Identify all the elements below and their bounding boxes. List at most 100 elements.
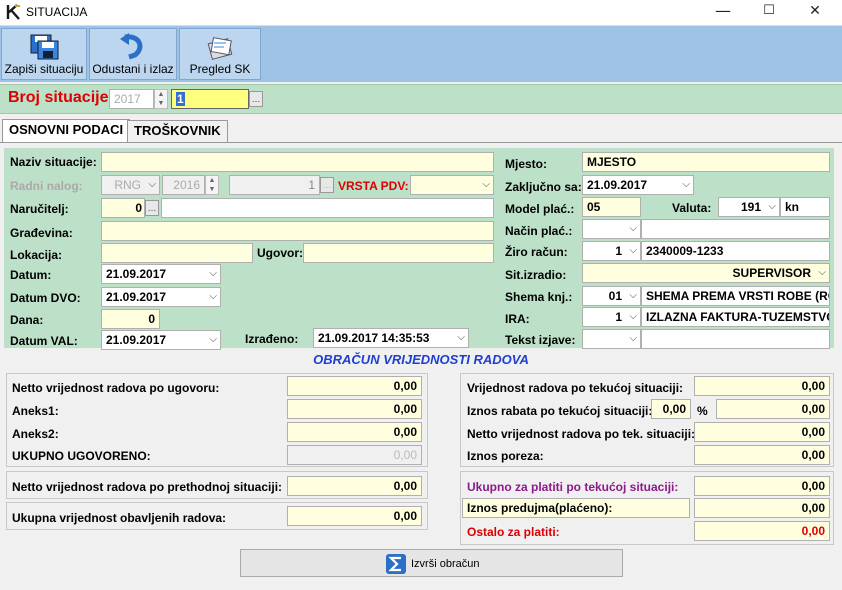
aneks1-value[interactable]: 0,00 (287, 399, 422, 419)
chevron-down-icon: ⌵ (148, 179, 156, 190)
cancel-label: Odustani i izlaz (92, 62, 174, 76)
radni-type-select[interactable]: RNG ⌵ (101, 175, 160, 195)
radni-lookup-button[interactable]: … (320, 177, 334, 193)
radni-nalog-label: Radni nalog: (10, 179, 83, 193)
aneks2-value[interactable]: 0,00 (287, 422, 422, 442)
izradeno-text: 21.09.2017 14:35:53 (318, 331, 430, 345)
ira-desc: IZLAZNA FAKTURA-TUZEMSTVO (641, 307, 830, 327)
vrijednost-tekuca-value[interactable]: 0,00 (694, 376, 830, 396)
porez-label: Iznos poreza: (467, 449, 544, 463)
aneks1-label: Aneks1: (12, 404, 59, 418)
datum-dvo-text: 21.09.2017 (106, 290, 167, 304)
zakljucno-text: 21.09.2017 (587, 178, 648, 192)
datum-val-picker[interactable]: 21.09.2017 ⌵ (101, 330, 221, 350)
vrsta-pdv-select[interactable]: ⌵ (410, 175, 494, 195)
chevron-down-icon: ⌵ (482, 179, 490, 190)
radni-year-input[interactable]: 2016 (162, 175, 205, 195)
ukupno-platiti-value[interactable]: 0,00 (694, 476, 830, 496)
broj-number-input[interactable]: 1 (171, 89, 249, 109)
preview-sk-button[interactable]: Pregled SK (179, 28, 261, 80)
save-icon (30, 34, 59, 60)
gradevina-input[interactable] (101, 221, 494, 241)
ira-select[interactable]: 1 ⌵ (582, 307, 641, 327)
dana-input[interactable]: 0 (101, 309, 160, 329)
shema-select[interactable]: 01 ⌵ (582, 286, 641, 306)
mjesto-input[interactable]: MJESTO (582, 152, 830, 172)
rabat-value[interactable]: 0,00 (716, 399, 830, 419)
ukupna-obavljenih-label: Ukupna vrijednost obavljenih radova: (12, 511, 227, 525)
naziv-input[interactable] (101, 152, 494, 172)
narucitelj-lookup-button[interactable]: … (145, 200, 159, 216)
chevron-down-icon: ⌵ (682, 179, 690, 190)
mjesto-label: Mjesto: (505, 157, 547, 171)
broj-lookup-button[interactable]: … (249, 91, 263, 107)
tekst-izjave-label: Tekst izjave: (505, 333, 576, 347)
chevron-down-icon: ⌵ (768, 201, 776, 212)
nacin-select[interactable]: ⌵ (582, 219, 641, 239)
narucitelj-label: Naručitelj: (10, 202, 69, 216)
lokacija-input[interactable] (101, 243, 253, 263)
valuta-select[interactable]: 191 ⌵ (718, 197, 780, 217)
broj-year-input[interactable]: 2017 (109, 89, 154, 109)
netto-prethodna-value[interactable]: 0,00 (287, 476, 422, 496)
porez-value[interactable]: 0,00 (694, 445, 830, 465)
datum-dvo-picker[interactable]: 21.09.2017 ⌵ (101, 287, 221, 307)
ostalo-label: Ostalo za platiti: (467, 525, 560, 539)
window-title: SITUACIJA (26, 5, 88, 19)
chevron-down-icon: ⌵ (209, 268, 217, 279)
narucitelj-code-input[interactable]: 0 (101, 198, 145, 218)
datum-picker[interactable]: 21.09.2017 ⌵ (101, 264, 221, 284)
cancel-exit-button[interactable]: Odustani i izlaz (89, 28, 177, 80)
sit-izradio-select[interactable]: SUPERVISOR ⌵ (582, 263, 830, 283)
izvrsi-label: Izvrši obračun (411, 558, 480, 570)
minimize-button[interactable]: — (700, 0, 746, 22)
radni-type-text: RNG (114, 178, 141, 192)
izvrsi-obracun-button[interactable]: Izvrši obračun (240, 549, 623, 577)
radni-number-input[interactable]: 1 (229, 175, 320, 195)
radni-year-spinner[interactable]: ▲ ▼ (205, 175, 219, 195)
model-input[interactable]: 05 (582, 197, 641, 217)
tekst-izjave-select[interactable]: ⌵ (582, 329, 641, 349)
datum-dvo-label: Datum DVO: (10, 291, 81, 305)
tekst-izjave-desc (641, 329, 830, 349)
year-spinner[interactable]: ▲ ▼ (154, 89, 168, 109)
datum-val-label: Datum VAL: (10, 334, 78, 348)
ukupno-platiti-label: Ukupno za platiti po tekućoj situaciji: (467, 480, 679, 494)
netto-tekuca-value[interactable]: 0,00 (694, 422, 830, 442)
preview-label: Pregled SK (189, 62, 251, 76)
close-button[interactable]: ✕ (792, 0, 838, 22)
ziro-select[interactable]: 1 ⌵ (582, 241, 641, 261)
predujam-label: Iznos predujma(plaćeno): (462, 498, 690, 518)
ira-text: 1 (615, 310, 622, 324)
datum-label: Datum: (10, 268, 52, 282)
predujam-value[interactable]: 0,00 (694, 498, 830, 518)
vrsta-pdv-label: VRSTA PDV: (338, 179, 409, 193)
dana-label: Dana: (10, 313, 44, 327)
ugovor-label: Ugovor: (257, 246, 303, 260)
tab-osnovni-podaci[interactable]: OSNOVNI PODACI (2, 119, 131, 143)
chevron-down-icon: ⌵ (629, 333, 637, 344)
narucitelj-name (161, 198, 494, 218)
ostalo-value[interactable]: 0,00 (694, 521, 830, 541)
naziv-label: Naziv situacije: (10, 155, 97, 169)
maximize-button[interactable]: ☐ (746, 0, 792, 22)
broj-number-text: 1 (176, 92, 185, 106)
netto-ugovor-value[interactable]: 0,00 (287, 376, 422, 396)
ugovor-input[interactable] (303, 243, 494, 263)
valuta-text: 191 (740, 200, 761, 214)
izradeno-label: Izrađeno: (245, 332, 299, 346)
netto-ugovor-label: Netto vrijednost radova po ugovoru: (12, 381, 220, 395)
valuta-label: Valuta: (672, 201, 712, 215)
izradeno-picker[interactable]: 21.09.2017 14:35:53 ⌵ (313, 328, 469, 348)
zakljucno-picker[interactable]: 21.09.2017 ⌵ (582, 175, 694, 195)
vrijednost-tekuca-label: Vrijednost radova po tekućoj situaciji: (467, 381, 684, 395)
broj-situacije-label: Broj situacije: (8, 89, 114, 106)
k-logo-icon (6, 4, 22, 20)
chevron-down-icon: ⌵ (457, 332, 465, 343)
tab-troskovnik[interactable]: TROŠKOVNIK (127, 120, 228, 142)
tab-divider (0, 142, 842, 143)
chevron-down-icon: ⌵ (629, 311, 637, 322)
ukupna-obavljenih-value[interactable]: 0,00 (287, 506, 422, 526)
save-button[interactable]: Zapiši situaciju (1, 28, 87, 80)
rabat-pct-value[interactable]: 0,00 (651, 399, 691, 419)
